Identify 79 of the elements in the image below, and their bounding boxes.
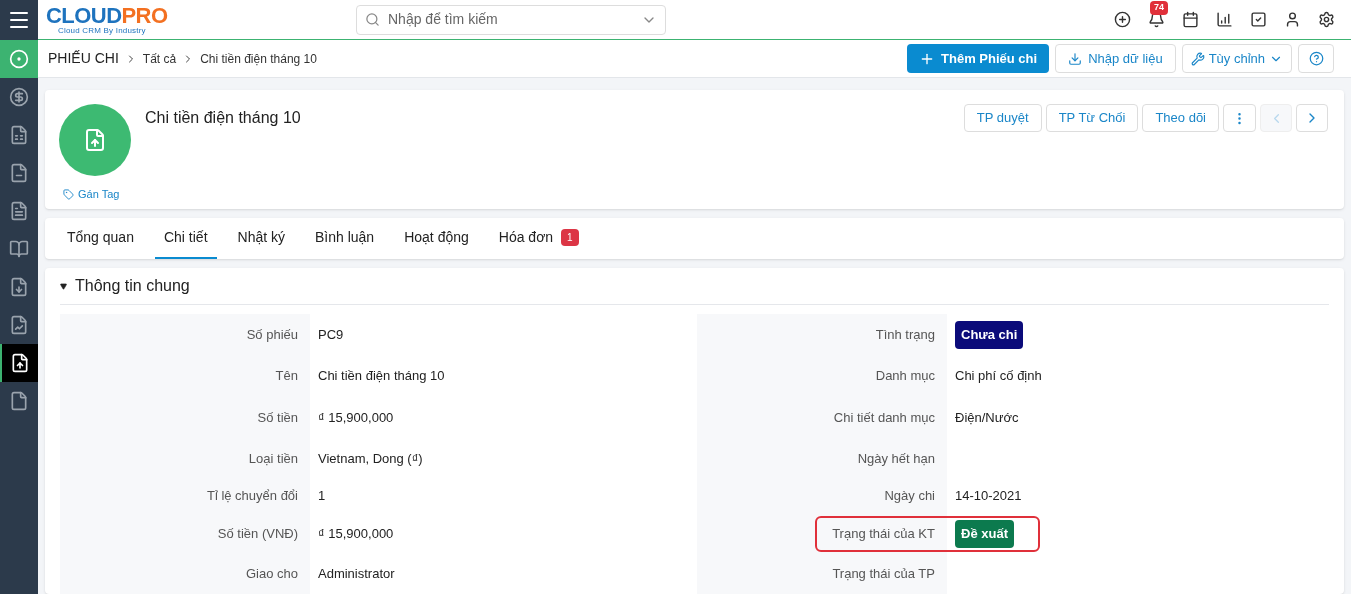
calendar-icon (1182, 11, 1199, 28)
status-badge: Đề xuất (955, 520, 1014, 548)
field-label: Ngày hết hạn (857, 450, 935, 469)
user-button[interactable] (1284, 11, 1301, 28)
field-value: ₫ 15,900,000 (318, 409, 394, 428)
count-badge: 1 (561, 228, 579, 246)
field-label: Danh mục (875, 367, 935, 386)
field-label: Số phiếu (246, 326, 298, 345)
status-badge: Chưa chi (955, 321, 1024, 349)
upload-file-icon (10, 353, 30, 373)
field-value: 14-10-2021 (955, 487, 1022, 506)
tab[interactable]: Hóa đơn 1 (489, 217, 588, 259)
document-icon (9, 163, 29, 183)
book-icon (9, 239, 29, 259)
breadcrumb-link[interactable]: Chi tiền điện tháng 10 (200, 49, 317, 68)
field-value: Chi tiền điện tháng 10 (318, 367, 445, 386)
download-file-icon (9, 277, 29, 297)
help-icon (1308, 51, 1324, 66)
field-label: Tình trạng (875, 326, 935, 345)
field-value: Administrator (318, 565, 395, 584)
field-label: Loại tiền (248, 450, 298, 469)
search-field[interactable]: Nhập để tìm kiếm (356, 4, 666, 35)
tasks-button[interactable] (1250, 11, 1267, 28)
field-label: Tên (275, 367, 298, 386)
field-label: Chi tiết danh mục (833, 409, 935, 428)
breadcrumb-link[interactable]: Tất cả (142, 49, 177, 68)
upload-file-icon (83, 128, 107, 152)
field-value: 1 (318, 487, 326, 506)
chart-file-icon (9, 315, 29, 335)
import-button[interactable]: Nhập dữ liệu (1055, 44, 1176, 73)
field-label: Trạng thái của KT (832, 525, 935, 544)
section-header[interactable]: Thông tin chung (60, 268, 1329, 305)
chart-icon (1216, 11, 1233, 28)
sidebar-item[interactable] (0, 344, 38, 382)
field-label: Số tiền (VNĐ) (217, 525, 298, 544)
field-label: Ngày chi (884, 487, 935, 506)
customize-button[interactable]: Tùy chỉnh (1181, 44, 1292, 73)
tag-icon (63, 188, 74, 200)
caret-icon (60, 282, 67, 290)
field-value: Điện/Nước (955, 409, 1019, 428)
field-label: Trạng thái của TP (832, 565, 935, 584)
action-button[interactable]: Theo dõi (1142, 104, 1219, 132)
settings-button[interactable] (1318, 11, 1335, 28)
action-button[interactable]: TP Từ Chối (1045, 104, 1139, 132)
tab[interactable]: Tổng quan (58, 217, 143, 259)
field-value: Vietnam, Dong (₫) (318, 450, 423, 469)
search-icon (365, 12, 380, 27)
tab[interactable]: Hoạt động (395, 217, 478, 259)
module-title: PHIẾU CHI (48, 49, 119, 68)
field-value: Chi phí cố định (955, 367, 1042, 386)
tab[interactable]: Nhật ký (228, 217, 294, 259)
search-input[interactable]: Nhập để tìm kiếm (388, 9, 633, 30)
checkbox-icon (1250, 11, 1267, 28)
chart-button[interactable] (1216, 11, 1233, 28)
settings-icon (1318, 11, 1335, 28)
logo: CLOUDPRO Cloud CRM By Industry (46, 4, 169, 35)
action-button[interactable]: TP duyệt (963, 104, 1042, 132)
spreadsheet-icon (9, 125, 29, 145)
add-button[interactable] (1114, 11, 1131, 28)
invoice-icon (9, 201, 29, 221)
file-icon (9, 391, 29, 411)
wrench-icon (1190, 51, 1205, 66)
notification-count: 74 (1150, 1, 1168, 15)
record-title: Chi tiền điện tháng 10 (145, 108, 301, 128)
field-label: Tỉ lệ chuyển đổi (206, 487, 298, 506)
field-label: Giao cho (245, 565, 298, 584)
user-icon (1284, 11, 1301, 28)
download-icon (1068, 51, 1083, 66)
tab[interactable]: Chi tiết (154, 217, 217, 259)
plus-circle-icon (1114, 11, 1131, 28)
tag-link[interactable]: Gán Tag (63, 186, 120, 203)
field-value: PC9 (318, 326, 344, 345)
target-icon (9, 49, 29, 69)
help-button[interactable] (1298, 44, 1334, 73)
add-button[interactable]: Thêm Phiếu chi (907, 44, 1050, 73)
tab[interactable]: Bình luận (306, 217, 384, 259)
field-label: Số tiền (257, 409, 298, 428)
field-value: ₫ 15,900,000 (318, 525, 394, 544)
calendar-button[interactable] (1182, 11, 1199, 28)
